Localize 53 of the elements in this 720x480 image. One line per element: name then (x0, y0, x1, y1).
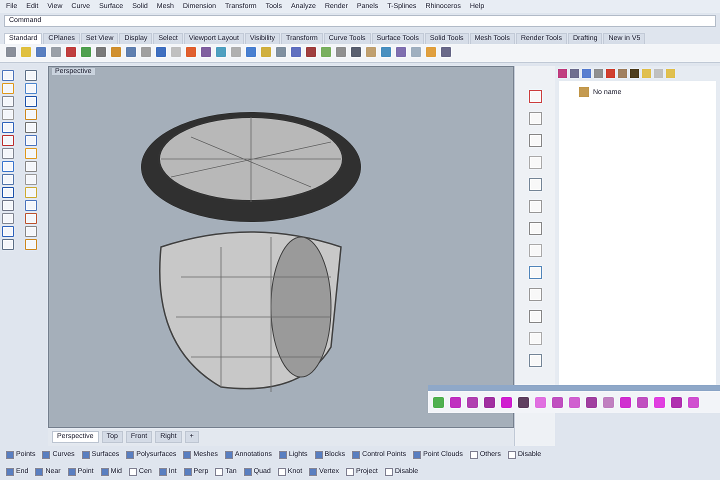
tool-icon[interactable] (2, 226, 14, 237)
tool-icon[interactable] (25, 200, 37, 211)
tool-icon[interactable] (620, 396, 631, 408)
tool-icon[interactable] (637, 396, 648, 408)
checkbox[interactable] (244, 468, 252, 476)
tool-icon[interactable] (671, 396, 682, 408)
checkbox[interactable] (126, 450, 134, 458)
tool-icon[interactable] (2, 187, 14, 198)
tool-icon[interactable] (2, 122, 14, 133)
checkbox[interactable] (128, 468, 137, 476)
tool-icon[interactable] (25, 122, 37, 133)
checkbox[interactable] (42, 450, 50, 458)
checkbox[interactable] (35, 468, 44, 476)
material-swatch-icon (579, 87, 589, 97)
checkbox[interactable] (470, 450, 478, 458)
tool-icon[interactable] (450, 396, 461, 408)
tool-icon[interactable] (528, 90, 542, 103)
tool-icon[interactable] (552, 396, 563, 408)
checkbox[interactable] (346, 468, 354, 476)
checkbox[interactable] (184, 468, 192, 476)
checkbox[interactable] (100, 468, 109, 476)
checkbox[interactable] (508, 450, 516, 458)
tool-icon[interactable] (2, 174, 14, 185)
tool-icon[interactable] (688, 396, 699, 408)
tool-icon[interactable] (484, 396, 495, 408)
checkbox[interactable] (68, 468, 76, 476)
checkbox[interactable] (215, 468, 224, 476)
tool-icon[interactable] (2, 161, 14, 172)
checkbox[interactable] (183, 450, 192, 458)
tool-icon[interactable] (2, 135, 14, 146)
checkbox[interactable] (352, 450, 360, 458)
checkbox[interactable] (278, 468, 286, 476)
tool-icon[interactable] (25, 213, 37, 224)
tool-icon[interactable] (25, 70, 37, 81)
checkbox[interactable] (6, 450, 14, 458)
tool-icon[interactable] (501, 396, 512, 408)
tool-icon[interactable] (467, 396, 478, 408)
checkbox[interactable] (6, 468, 14, 476)
tool-icon[interactable] (2, 200, 14, 211)
checkbox[interactable] (224, 450, 233, 458)
tool-icon[interactable] (586, 396, 597, 408)
tool-icon[interactable] (518, 396, 529, 408)
checkbox[interactable] (384, 468, 393, 476)
tool-icon[interactable] (2, 70, 14, 81)
checkbox[interactable] (158, 468, 167, 476)
checkbox[interactable] (413, 450, 422, 458)
tool-icon[interactable] (2, 239, 14, 250)
tool-icon[interactable] (25, 96, 37, 107)
checkbox[interactable] (82, 450, 90, 458)
tool-icon[interactable] (25, 135, 37, 146)
checkbox[interactable] (309, 468, 318, 476)
checkbox[interactable] (314, 450, 323, 458)
checkbox[interactable] (278, 450, 287, 458)
